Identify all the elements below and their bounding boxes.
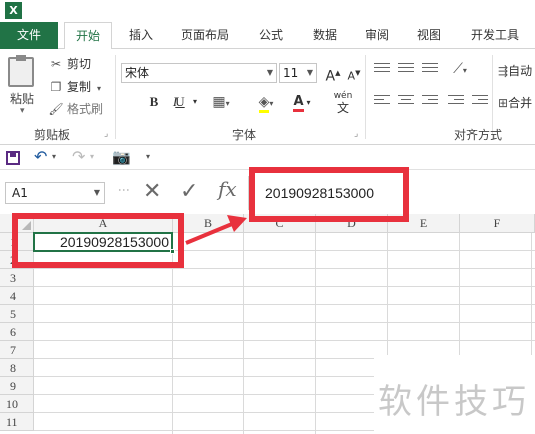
font-color-button[interactable]: A ▾	[287, 92, 317, 112]
underline-button[interactable]: U	[170, 92, 190, 112]
dialog-launcher-icon[interactable]: ⌟	[354, 129, 358, 139]
cut-label: 剪切	[67, 57, 92, 71]
scissors-icon: ✂	[50, 57, 62, 71]
tab-view[interactable]: 视图	[406, 22, 452, 49]
quick-access-toolbar: ↶ ▾ ↷ ▾ 📷 ▾	[0, 145, 535, 169]
tab-formulas[interactable]: 公式	[248, 22, 294, 49]
format-painter-label: 格式刷	[67, 102, 104, 116]
phonetic-guide-button[interactable]: wén 文	[328, 90, 358, 114]
row-header[interactable]: 4	[0, 287, 34, 305]
tab-file[interactable]: 文件	[0, 22, 58, 49]
shrink-font-icon: A	[347, 69, 356, 83]
chevron-down-icon[interactable]: ▾	[90, 148, 94, 166]
align-right-icon[interactable]	[422, 95, 438, 107]
increase-indent-icon[interactable]	[472, 95, 488, 107]
tab-page-layout[interactable]: 页面布局	[172, 22, 238, 49]
font-name-value: 宋体	[125, 66, 150, 80]
text-orientation-icon: ⟋	[453, 61, 463, 77]
row-header[interactable]: 7	[0, 341, 34, 359]
cut-button[interactable]: ✂ 剪切	[48, 55, 91, 73]
title-bar: X	[0, 0, 535, 22]
align-center-icon[interactable]	[398, 95, 414, 107]
clipboard-group-label: 剪贴板	[34, 128, 71, 142]
borders-button[interactable]: ▦▾	[209, 92, 233, 112]
ribbon: 粘贴 ▾ ✂ 剪切 ❐ 复制 ▾ 🖌 格式刷 剪贴板 ⌟ 宋体 ▼ 11 ▼ A▲ A▼…	[0, 49, 535, 145]
chevron-down-icon: ▼	[93, 188, 100, 197]
annotation-box-formula	[249, 167, 409, 222]
decrease-indent-icon[interactable]	[448, 95, 464, 107]
camera-icon[interactable]: 📷	[112, 148, 131, 166]
font-size-value: 11	[283, 66, 299, 80]
row-header[interactable]: 5	[0, 305, 34, 323]
format-painter-button[interactable]: 🖌 格式刷	[48, 100, 103, 118]
insert-function-icon[interactable]: fx	[218, 177, 237, 201]
row-header[interactable]: 9	[0, 377, 34, 395]
resize-handle-icon[interactable]: ⋮	[117, 184, 131, 195]
excel-logo-icon: X	[5, 2, 22, 19]
tab-review[interactable]: 审阅	[354, 22, 400, 49]
chevron-down-icon: ▾	[97, 84, 102, 93]
annotation-box-cell	[12, 213, 184, 268]
cancel-icon[interactable]: ✕	[143, 179, 161, 204]
name-box[interactable]: A1 ▼	[5, 182, 105, 204]
font-group-label: 字体	[232, 128, 257, 142]
merge-center-button[interactable]: ⊞合并	[498, 93, 535, 113]
chevron-down-icon: ▾	[20, 106, 25, 116]
tab-developer[interactable]: 开发工具	[460, 22, 530, 49]
orientation-button[interactable]: ⟋▾	[448, 59, 472, 79]
ribbon-tabs: 文件 开始 插入 页面布局 公式 数据 审阅 视图 开发工具	[0, 22, 535, 50]
fill-color-button[interactable]: ◈▾	[252, 92, 280, 113]
group-divider	[365, 55, 366, 139]
copy-label: 复制	[67, 80, 92, 94]
paste-icon	[8, 55, 34, 87]
chevron-down-icon[interactable]: ▾	[52, 148, 56, 166]
enter-icon[interactable]: ✓	[180, 179, 198, 204]
column-header-f[interactable]: F	[460, 214, 535, 233]
font-size-dropdown[interactable]: 11 ▼	[279, 63, 317, 83]
chevron-down-icon[interactable]: ▾	[190, 92, 200, 112]
customize-qat-icon[interactable]: ▾	[146, 148, 150, 166]
paste-label: 粘贴	[10, 92, 35, 106]
chevron-down-icon: ▼	[306, 68, 313, 77]
fill-bucket-icon: ◈	[258, 94, 270, 113]
paintbrush-icon: 🖌	[48, 102, 64, 116]
row-header[interactable]: 10	[0, 395, 34, 413]
row-header[interactable]: 11	[0, 413, 34, 431]
row-header[interactable]: 8	[0, 359, 34, 377]
grow-font-icon: A	[325, 68, 336, 85]
dialog-launcher-icon[interactable]: ⌟	[104, 129, 108, 139]
font-color-icon: A	[293, 94, 304, 112]
copy-button[interactable]: ❐ 复制 ▾	[48, 78, 101, 96]
wrap-text-icon: ⇶	[498, 64, 509, 78]
wrap-text-button[interactable]: ⇶自动	[498, 61, 535, 81]
tab-data[interactable]: 数据	[302, 22, 348, 49]
bold-button[interactable]: B	[146, 92, 162, 112]
font-name-dropdown[interactable]: 宋体 ▼	[121, 63, 277, 83]
tab-insert[interactable]: 插入	[118, 22, 164, 49]
phonetic-label: wén	[333, 91, 353, 101]
redo-icon[interactable]: ↷	[72, 148, 85, 166]
align-middle-icon[interactable]	[398, 63, 414, 75]
wrap-text-label: 自动	[508, 64, 533, 78]
align-top-icon[interactable]	[374, 63, 390, 75]
align-bottom-icon[interactable]	[422, 63, 438, 75]
shrink-font-button[interactable]: A▼	[345, 63, 363, 83]
copy-icon: ❐	[50, 80, 62, 94]
row-header[interactable]: 6	[0, 323, 34, 341]
row-header[interactable]: 3	[0, 269, 34, 287]
phonetic-glyph-icon: 文	[336, 101, 349, 115]
merge-icon: ⊞	[498, 96, 509, 110]
chevron-down-icon: ▼	[266, 68, 273, 77]
borders-icon: ▦	[212, 94, 226, 110]
watermark-text: 软件技巧	[378, 382, 530, 422]
undo-icon[interactable]: ↶	[34, 148, 47, 166]
alignment-group-label: 对齐方式	[454, 128, 503, 142]
align-left-icon[interactable]	[374, 95, 390, 107]
save-icon[interactable]	[6, 151, 20, 165]
merge-label: 合并	[508, 96, 533, 110]
group-divider	[115, 55, 116, 139]
name-box-value: A1	[12, 186, 28, 200]
tab-home[interactable]: 开始	[64, 22, 112, 50]
grow-font-button[interactable]: A▲	[324, 63, 342, 85]
